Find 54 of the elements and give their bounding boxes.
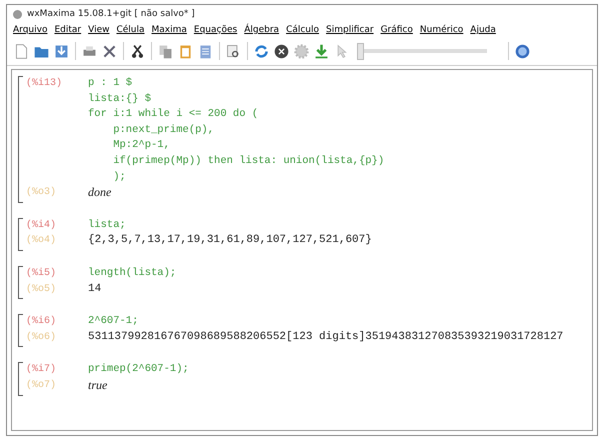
input-label: (%i4) bbox=[25, 218, 58, 233]
menu-item[interactable]: Álgebra bbox=[244, 25, 280, 35]
code-line[interactable]: if(primep(Mp)) then lista: union(lista,{p}) bbox=[88, 154, 592, 170]
code-line[interactable]: for i:1 while i <= 200 do ( bbox=[88, 107, 592, 123]
output-text: {2,3,5,7,13,17,19,31,61,89,107,127,521,607} bbox=[88, 233, 373, 248]
refresh-icon[interactable] bbox=[253, 42, 270, 60]
cell-bracket[interactable] bbox=[18, 362, 23, 396]
code-line[interactable]: length(lista); bbox=[88, 266, 592, 282]
menu-item[interactable]: Cálculo bbox=[286, 25, 320, 35]
code-line[interactable]: primep(2^607-1); bbox=[88, 362, 592, 378]
help-icon[interactable] bbox=[514, 42, 531, 60]
download-icon[interactable] bbox=[313, 42, 330, 60]
output-text: 531137992816767098689588206552[123 digits]351943831270835393219031728127 bbox=[88, 330, 564, 345]
output-label: (%o4) bbox=[25, 234, 58, 248]
output-label: (%o6) bbox=[25, 330, 58, 345]
code-line[interactable]: lista:{} $ bbox=[88, 92, 592, 108]
cell-bracket[interactable] bbox=[18, 76, 23, 203]
input-label: (%i6) bbox=[25, 314, 58, 330]
menu-item[interactable]: Numérico bbox=[420, 25, 464, 35]
menu-item[interactable]: Ajuda bbox=[470, 25, 496, 35]
window-title: wxMaxima 15.08.1+git [ não salvo* ] bbox=[27, 9, 195, 19]
menu-item[interactable]: Maxima bbox=[152, 25, 187, 35]
input-label: (%i7) bbox=[25, 362, 58, 378]
menu-item[interactable]: Equações bbox=[194, 25, 238, 35]
menu-item[interactable]: Editar bbox=[54, 25, 82, 35]
output-label: (%o7) bbox=[25, 378, 58, 393]
output-text: true bbox=[88, 378, 108, 394]
copy-icon[interactable] bbox=[157, 42, 174, 60]
scissors-icon[interactable] bbox=[129, 42, 146, 60]
cell-bracket[interactable] bbox=[18, 314, 23, 348]
code-line[interactable]: Mp:2^p-1, bbox=[88, 138, 592, 154]
menu-item[interactable]: Arquivo bbox=[13, 25, 48, 35]
save-icon[interactable] bbox=[53, 42, 70, 60]
output-label: (%o5) bbox=[25, 282, 58, 297]
menu-item[interactable]: View bbox=[88, 25, 110, 35]
code-line[interactable]: 2^607-1; bbox=[88, 314, 592, 330]
cell-bracket[interactable] bbox=[18, 266, 23, 300]
output-text: 14 bbox=[88, 282, 102, 297]
menu-item[interactable]: Célula bbox=[116, 25, 145, 35]
input-label: (%i13) bbox=[25, 76, 64, 91]
code-line[interactable]: p : 1 $ bbox=[88, 76, 592, 92]
slider-thumb[interactable] bbox=[357, 42, 364, 60]
app-icon bbox=[13, 10, 22, 18]
menu-item[interactable]: Simplificar bbox=[326, 25, 374, 35]
code-line[interactable]: p:next_prime(p), bbox=[88, 122, 592, 138]
cell-bracket[interactable] bbox=[18, 218, 23, 251]
stop-icon[interactable] bbox=[273, 42, 290, 60]
new-file-icon[interactable] bbox=[13, 42, 30, 60]
menu-item[interactable]: Gráfico bbox=[380, 25, 413, 35]
input-label: (%i5) bbox=[25, 266, 58, 281]
output-label: (%o3) bbox=[25, 186, 58, 200]
code-line[interactable]: lista; bbox=[88, 218, 592, 234]
code-line[interactable]: ); bbox=[88, 170, 592, 186]
output-text: done bbox=[88, 185, 112, 201]
